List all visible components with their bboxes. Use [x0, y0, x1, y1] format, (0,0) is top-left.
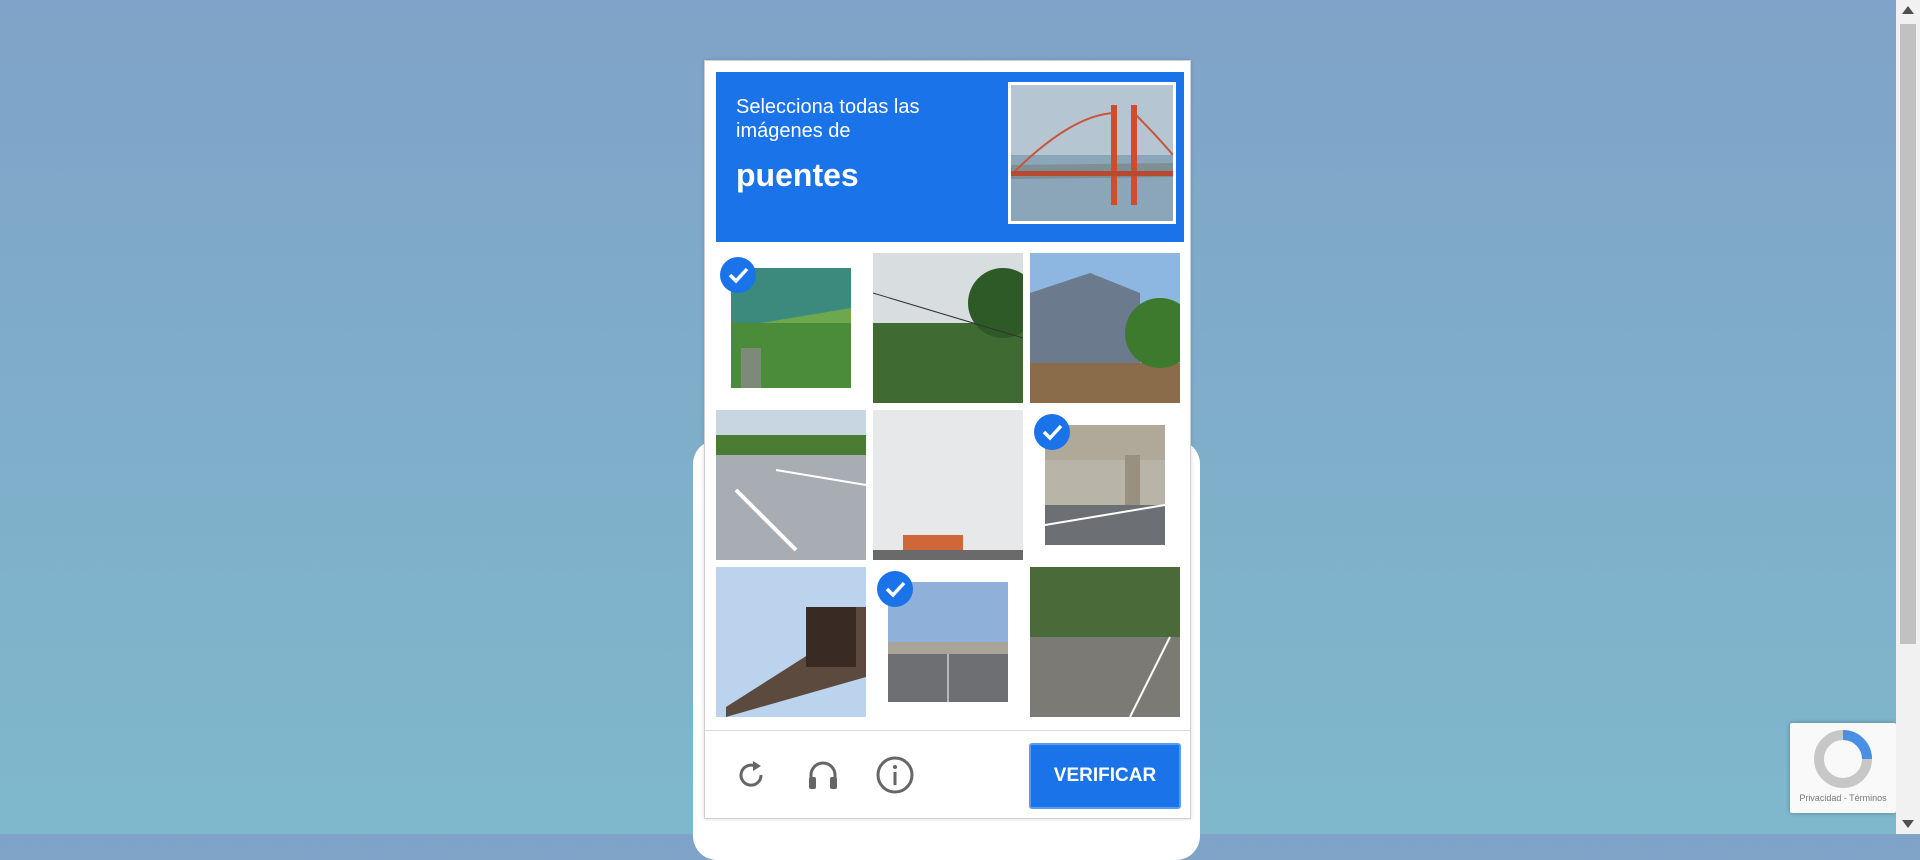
info-icon[interactable]	[875, 755, 915, 795]
tile-image	[873, 410, 1023, 560]
recaptcha-logo-icon	[1814, 730, 1872, 788]
tile-2[interactable]	[873, 253, 1023, 403]
instruction-text: Selecciona todas las imágenes de	[736, 96, 920, 142]
tile-7[interactable]	[716, 567, 866, 717]
sample-image	[1008, 82, 1176, 224]
tile-image	[1030, 567, 1180, 717]
reload-icon[interactable]	[731, 755, 771, 795]
tile-image	[716, 410, 866, 560]
captcha-challenge: Selecciona todas las imágenes de puentes	[704, 60, 1191, 819]
scroll-down-icon[interactable]	[1902, 820, 1914, 828]
tile-image	[1030, 253, 1180, 403]
instruction-keyword: puentes	[736, 157, 859, 193]
recaptcha-badge[interactable]: Privacidad - Términos	[1790, 723, 1896, 813]
check-icon	[720, 257, 756, 293]
verify-button[interactable]: VERIFICAR	[1029, 743, 1181, 809]
tile-1[interactable]	[716, 253, 866, 403]
page-scrollbar[interactable]	[1896, 0, 1920, 834]
tile-5[interactable]	[873, 410, 1023, 560]
challenge-footer: VERIFICAR	[705, 730, 1190, 819]
tile-8[interactable]	[873, 567, 1023, 717]
scroll-up-icon[interactable]	[1902, 6, 1914, 14]
audio-icon[interactable]	[803, 755, 843, 795]
tile-6[interactable]	[1030, 410, 1180, 560]
image-grid	[716, 253, 1184, 717]
check-icon	[1034, 414, 1070, 450]
tile-image	[716, 567, 866, 717]
check-icon	[877, 571, 913, 607]
tile-3[interactable]	[1030, 253, 1180, 403]
tile-image	[873, 253, 1023, 403]
tile-4[interactable]	[716, 410, 866, 560]
badge-text[interactable]: Privacidad - Términos	[1790, 793, 1896, 803]
tile-9[interactable]	[1030, 567, 1180, 717]
challenge-header: Selecciona todas las imágenes de puentes	[716, 72, 1184, 242]
scroll-thumb[interactable]	[1900, 24, 1916, 644]
